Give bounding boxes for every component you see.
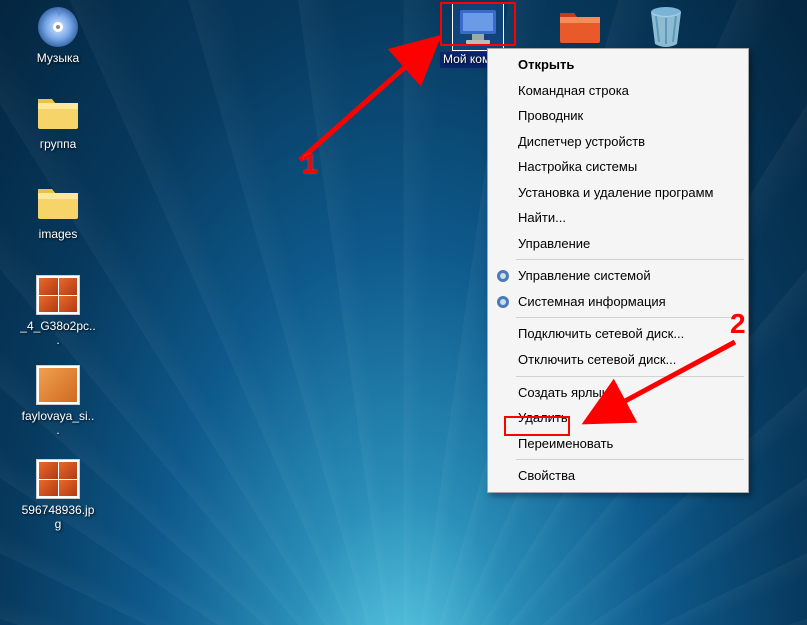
context-menu-separator xyxy=(516,317,744,318)
desktop-icon-fayl[interactable]: faylovaya_si... xyxy=(18,362,98,438)
desktop-icon-recycle[interactable] xyxy=(626,4,706,50)
desktop-icon-label: faylovaya_si... xyxy=(18,410,98,438)
desktop-icon-group[interactable]: группа xyxy=(18,90,98,152)
desktop-icon-images[interactable]: images xyxy=(18,180,98,242)
folder-icon xyxy=(33,180,83,226)
context-menu-item[interactable]: Переименовать xyxy=(490,431,746,457)
context-menu-item-label: Отключить сетевой диск... xyxy=(518,352,676,367)
redfolder-icon xyxy=(555,4,605,50)
desktop-icon-label: _4_G38o2pc... xyxy=(18,320,98,348)
context-menu-separator xyxy=(516,259,744,260)
context-menu: Открыть Командная строка Проводник Диспетче… xyxy=(487,48,749,493)
context-menu-item-label: Найти... xyxy=(518,210,566,225)
monitor-icon xyxy=(453,4,503,50)
recycle-icon xyxy=(641,4,691,50)
thumb4-icon xyxy=(33,272,83,318)
context-menu-item-label: Командная строка xyxy=(518,83,629,98)
desktop-icon-num[interactable]: 596748936.jpg xyxy=(18,456,98,532)
desktop-icon-label: группа xyxy=(38,138,79,152)
cd-icon xyxy=(33,4,83,50)
context-menu-item[interactable]: Управление xyxy=(490,231,746,257)
context-menu-item[interactable]: Установка и удаление программ xyxy=(490,180,746,206)
context-menu-item-label: Установка и удаление программ xyxy=(518,185,714,200)
gear-icon xyxy=(495,268,511,284)
context-menu-item[interactable]: Подключить сетевой диск... xyxy=(490,321,746,347)
context-menu-item[interactable]: Открыть xyxy=(490,52,746,78)
context-menu-separator xyxy=(516,376,744,377)
desktop-icon-label: images xyxy=(37,228,80,242)
context-menu-item[interactable]: Удалить xyxy=(490,405,746,431)
context-menu-item-label: Управление xyxy=(518,236,590,251)
context-menu-item[interactable]: Создать ярлык xyxy=(490,380,746,406)
context-menu-item[interactable]: Найти... xyxy=(490,205,746,231)
context-menu-item-label: Системная информация xyxy=(518,294,666,309)
context-menu-item-label: Создать ярлык xyxy=(518,385,607,400)
desktop-icon-label: 596748936.jpg xyxy=(18,504,98,532)
context-menu-item[interactable]: Управление системой xyxy=(490,263,746,289)
context-menu-item[interactable]: Диспетчер устройств xyxy=(490,129,746,155)
context-menu-item[interactable]: Командная строка xyxy=(490,78,746,104)
context-menu-item[interactable]: Системная информация xyxy=(490,289,746,315)
desktop-icon-music[interactable]: Музыка xyxy=(18,4,98,66)
context-menu-item-label: Открыть xyxy=(518,57,574,72)
context-menu-item-label: Удалить xyxy=(518,410,568,425)
context-menu-item-label: Проводник xyxy=(518,108,583,123)
desktop-icon-label: Музыка xyxy=(35,52,81,66)
thumb1-icon xyxy=(33,362,83,408)
folder-icon xyxy=(33,90,83,136)
thumb4-icon xyxy=(33,456,83,502)
context-menu-item-label: Настройка системы xyxy=(518,159,637,174)
context-menu-item[interactable]: Отключить сетевой диск... xyxy=(490,347,746,373)
gear-icon xyxy=(495,294,511,310)
context-menu-separator xyxy=(516,459,744,460)
context-menu-item[interactable]: Свойства xyxy=(490,463,746,489)
context-menu-item-label: Переименовать xyxy=(518,436,613,451)
context-menu-item[interactable]: Проводник xyxy=(490,103,746,129)
desktop-icon-redfolder[interactable] xyxy=(540,4,620,50)
context-menu-item-label: Управление системой xyxy=(518,268,651,283)
context-menu-item-label: Свойства xyxy=(518,468,575,483)
context-menu-item[interactable]: Настройка системы xyxy=(490,154,746,180)
desktop-icon-g38[interactable]: _4_G38o2pc... xyxy=(18,272,98,348)
context-menu-item-label: Подключить сетевой диск... xyxy=(518,326,684,341)
context-menu-item-label: Диспетчер устройств xyxy=(518,134,645,149)
